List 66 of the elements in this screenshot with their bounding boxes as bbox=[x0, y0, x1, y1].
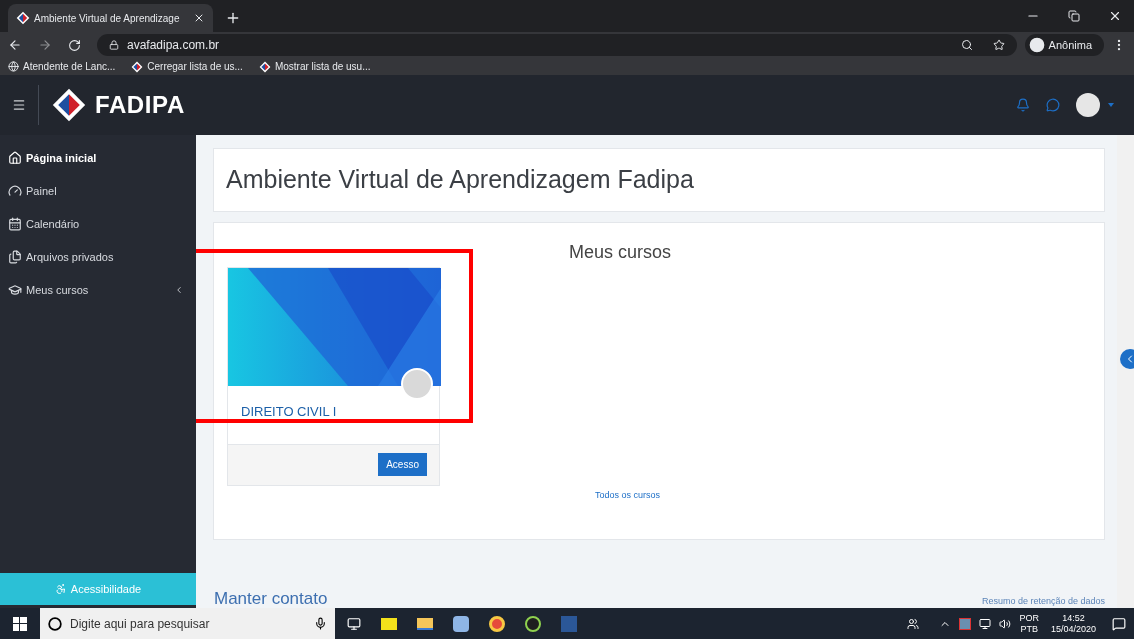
calendar-icon bbox=[8, 217, 22, 231]
restore-icon[interactable] bbox=[1068, 10, 1080, 22]
section-title: Meus cursos bbox=[569, 241, 672, 264]
sidebar-item[interactable]: Calendário bbox=[8, 215, 184, 233]
close-icon[interactable] bbox=[1108, 9, 1122, 23]
diamond-logo-icon bbox=[131, 60, 144, 73]
menu-icon[interactable] bbox=[12, 98, 26, 112]
close-tab-icon[interactable] bbox=[193, 12, 205, 24]
brand-logo-icon bbox=[51, 87, 87, 123]
clock-time[interactable]: 14:52 bbox=[1062, 612, 1085, 624]
bookmark[interactable]: Mostrar lista de usu... bbox=[258, 59, 371, 74]
data-retention-link[interactable]: Resumo de retenção de dados bbox=[981, 594, 1105, 608]
star-icon[interactable] bbox=[992, 39, 1005, 51]
layout-text[interactable]: PTB bbox=[1020, 623, 1038, 635]
app-icon[interactable] bbox=[453, 615, 469, 632]
home-icon bbox=[8, 151, 22, 165]
course-name-link[interactable]: DIREITO CIVIL I bbox=[228, 386, 439, 444]
page-title: Ambiente Virtual de Aprendizagem Fadipa bbox=[226, 164, 694, 196]
app-icon[interactable] bbox=[381, 617, 397, 630]
reload-icon[interactable] bbox=[68, 38, 81, 52]
taskbar-search-field[interactable]: Digite aqui para pesquisar bbox=[40, 608, 335, 639]
footer-heading: Manter contato bbox=[214, 587, 328, 608]
browser-icon[interactable] bbox=[489, 615, 505, 632]
network-icon[interactable] bbox=[979, 617, 992, 630]
search-icon[interactable] bbox=[960, 39, 973, 51]
gauge-icon bbox=[8, 184, 22, 198]
volume-icon[interactable] bbox=[999, 617, 1012, 630]
bookmark[interactable]: Cerregar lista de us... bbox=[131, 59, 243, 74]
dropdown-caret-icon[interactable] bbox=[1108, 103, 1114, 107]
cortana-icon bbox=[48, 616, 62, 631]
people-icon[interactable] bbox=[907, 617, 920, 630]
sidebar-item[interactable]: Arquivos privados bbox=[8, 248, 184, 266]
microphone-icon[interactable] bbox=[314, 617, 327, 630]
drawer-toggle[interactable] bbox=[1120, 349, 1134, 369]
address-field[interactable]: avafadipa.com.br bbox=[97, 34, 1017, 56]
brand-name: FADIPA bbox=[95, 90, 185, 120]
graduation-cap-icon bbox=[8, 283, 22, 297]
all-courses-link[interactable]: Todos os cursos bbox=[595, 489, 661, 503]
diamond-logo-icon bbox=[16, 11, 30, 25]
lock-icon bbox=[109, 40, 119, 50]
profile-chip[interactable]: Anônima bbox=[1024, 34, 1104, 56]
globe-icon bbox=[8, 61, 19, 72]
folder-icon[interactable] bbox=[417, 617, 433, 630]
forward-icon[interactable] bbox=[38, 38, 52, 52]
notifications-icon[interactable] bbox=[1016, 98, 1030, 112]
new-tab-icon[interactable] bbox=[225, 10, 241, 26]
back-icon[interactable] bbox=[8, 38, 22, 52]
bookmark[interactable]: Atendente de Lanc... bbox=[8, 59, 116, 74]
notification-center-icon[interactable] bbox=[1112, 616, 1126, 631]
diamond-logo-icon bbox=[258, 60, 271, 73]
taskbar-search-field[interactable]: Digite aqui para pesquisar bbox=[70, 614, 306, 633]
user-avatar[interactable] bbox=[1076, 93, 1100, 117]
sidebar-item[interactable]: Meus cursos bbox=[8, 281, 184, 299]
accessibility-icon bbox=[54, 583, 67, 595]
address-text: avafadipa.com.br bbox=[127, 37, 220, 54]
teacher-avatar bbox=[401, 368, 433, 400]
language-text[interactable]: POR bbox=[1019, 612, 1039, 624]
sidebar-item[interactable]: Painel bbox=[8, 182, 184, 200]
clock-date[interactable]: 15/04/2020 bbox=[1050, 623, 1096, 635]
files-icon bbox=[8, 250, 22, 264]
tray-app-icon[interactable] bbox=[959, 617, 972, 630]
access-button[interactable]: Acesso bbox=[378, 453, 427, 476]
messages-icon[interactable] bbox=[1046, 98, 1060, 112]
browser-tab[interactable]: Ambiente Virtual de Aprendizage bbox=[8, 4, 213, 32]
sidebar-item[interactable]: Página inicial bbox=[8, 149, 184, 167]
task-view-icon[interactable] bbox=[347, 616, 361, 631]
